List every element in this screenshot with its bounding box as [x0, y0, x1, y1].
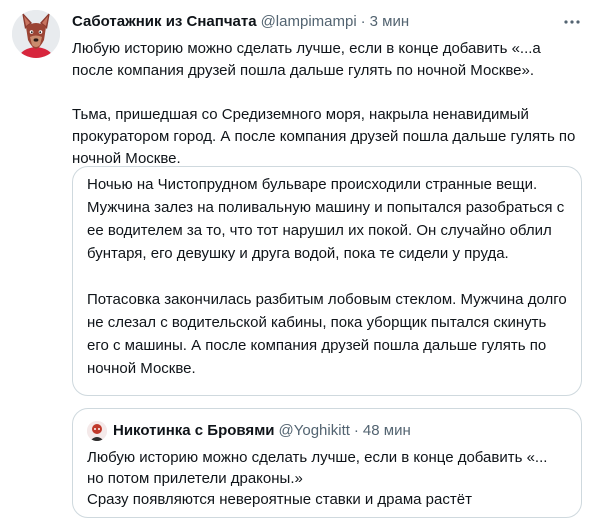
card-text: Ночью на Чистопрудном бульваре происходи…	[87, 173, 567, 380]
text-card: Ночью на Чистопрудном бульваре происходи…	[72, 166, 582, 396]
separator-dot: ·	[353, 422, 359, 439]
separator-dot: ·	[360, 13, 366, 30]
tweet-paragraph: Тьма, пришедшая со Средиземного моря, на…	[72, 106, 576, 167]
quoted-tweet-time[interactable]: 48 мин	[363, 421, 411, 441]
quoted-author-name[interactable]: Никотинка с Бровями	[113, 421, 275, 441]
author-name[interactable]: Саботажник из Снапчата	[72, 12, 257, 32]
quoted-author-avatar	[87, 421, 107, 441]
tweet-time[interactable]: 3 мин	[370, 12, 410, 32]
more-options-button[interactable]	[562, 12, 582, 32]
tweet-content: Саботажник из Снапчата @lampimampi · 3 м…	[72, 12, 582, 170]
quoted-author-handle[interactable]: @Yoghikitt	[279, 421, 350, 441]
more-horizontal-icon	[564, 20, 580, 24]
card-paragraph: Потасовка закончилась разбитым лобовым с…	[87, 291, 567, 377]
doberman-avatar-icon	[12, 10, 60, 58]
quoted-tweet-header: Никотинка с Бровями @Yoghikitt · 48 мин	[87, 421, 567, 441]
quoted-tweet-text: Любую историю можно сделать лучше, если …	[87, 449, 548, 508]
tweet-text: Любую историю можно сделать лучше, если …	[72, 38, 582, 170]
quoted-avatar-icon	[87, 421, 107, 441]
author-handle[interactable]: @lampimampi	[261, 12, 357, 32]
tweet[interactable]: Саботажник из Снапчата @lampimampi · 3 м…	[0, 0, 596, 526]
quoted-tweet[interactable]: Никотинка с Бровями @Yoghikitt · 48 мин …	[72, 408, 582, 518]
author-avatar[interactable]	[12, 10, 60, 58]
card-paragraph: Ночью на Чистопрудном бульваре происходи…	[87, 176, 565, 262]
tweet-header: Саботажник из Снапчата @lampimampi · 3 м…	[72, 12, 582, 32]
tweet-paragraph: Любую историю можно сделать лучше, если …	[72, 40, 541, 79]
